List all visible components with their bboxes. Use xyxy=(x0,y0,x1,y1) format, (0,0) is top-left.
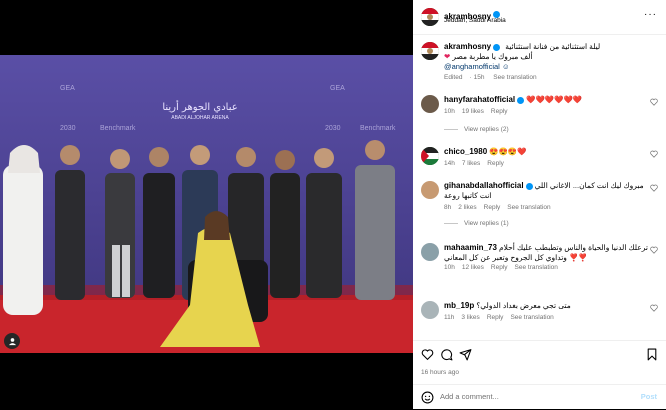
post-timestamp[interactable]: 16 hours ago xyxy=(421,369,459,376)
like-comment-heart-icon[interactable] xyxy=(650,304,658,312)
avatar-image xyxy=(421,42,439,60)
caption-avatar[interactable] xyxy=(421,42,439,60)
ellipsis-icon[interactable]: ··· xyxy=(644,9,657,20)
like-comment-heart-icon[interactable] xyxy=(650,184,658,192)
comment-input[interactable]: Add a comment... xyxy=(440,392,499,401)
commenter-avatar[interactable] xyxy=(421,243,439,261)
post-media-panel: GEA GEA 2030 2030 2030 Benchmark Benchma… xyxy=(0,0,413,409)
svg-text:Benchmark: Benchmark xyxy=(100,125,136,132)
see-translation-link[interactable]: See translation xyxy=(493,74,536,81)
view-replies-link[interactable]: View replies (1) xyxy=(444,220,509,227)
post-header: akramhosny Jeddah, Saudi Arabia ··· xyxy=(413,0,666,35)
tagged-users-button[interactable] xyxy=(4,333,20,349)
svg-text:GEA: GEA xyxy=(330,85,345,92)
commenter-avatar[interactable] xyxy=(421,181,439,199)
see-translation-link[interactable]: See translation xyxy=(510,314,553,321)
comment-text: ❤️❤️❤️❤️❤️❤️ xyxy=(526,95,583,104)
commenter-avatar[interactable] xyxy=(421,147,439,165)
comment-likes[interactable]: 7 likes xyxy=(462,160,480,167)
add-comment-bar: Add a comment... Post xyxy=(413,384,666,410)
svg-text:GEA: GEA xyxy=(60,85,75,92)
see-translation-link[interactable]: See translation xyxy=(507,204,550,211)
emoji-smiley-icon[interactable] xyxy=(421,391,434,404)
caption-username[interactable]: akramhosny xyxy=(444,42,491,51)
comment-time[interactable]: 8h xyxy=(444,204,451,211)
heart-emoji-icon: ❤ xyxy=(444,52,451,61)
verified-icon xyxy=(517,96,525,104)
comment-likes[interactable]: 3 likes xyxy=(461,314,479,321)
edited-label: Edited xyxy=(444,74,463,81)
post-comment-button[interactable]: Post xyxy=(641,392,657,401)
comment-item: chico_1980 😍😍😍❤️ 14h 7 likes Reply xyxy=(413,144,666,174)
comment-item: gihanabdallahofficial مبروك ليك انت كمان… xyxy=(413,178,666,234)
reply-button[interactable]: Reply xyxy=(487,160,504,167)
svg-text:ABADI ALJOHAR ARENA: ABADI ALJOHAR ARENA xyxy=(171,115,229,121)
svg-text:Benchmark: Benchmark xyxy=(360,125,396,132)
caption-line1: ليلة استثنائية من فنانة استثنائية xyxy=(505,42,601,51)
caption-mention[interactable]: @anghamofficial ☺ xyxy=(444,62,510,71)
reply-button[interactable]: Reply xyxy=(491,108,508,115)
share-send-icon[interactable] xyxy=(459,348,472,361)
comment-username[interactable]: chico_1980 xyxy=(444,147,487,156)
verified-icon xyxy=(493,43,501,51)
reply-button[interactable]: Reply xyxy=(484,204,501,211)
author-avatar[interactable] xyxy=(421,8,439,26)
like-comment-heart-icon[interactable] xyxy=(650,150,658,158)
see-translation-link[interactable]: See translation xyxy=(515,264,558,271)
comment-time[interactable]: 10h xyxy=(444,264,455,271)
post-caption: akramhosny ليلة استثنائية من فنانة استثن… xyxy=(413,38,666,86)
comment-username[interactable]: hanyfarahatofficial xyxy=(444,95,515,104)
comment-time[interactable]: 11h xyxy=(444,314,454,321)
post-photo[interactable]: GEA GEA 2030 2030 2030 Benchmark Benchma… xyxy=(0,55,413,353)
svg-text:عبادي الجوهر أرينا: عبادي الجوهر أرينا xyxy=(162,100,237,113)
comment-time[interactable]: 10h xyxy=(444,108,455,115)
commenter-avatar[interactable] xyxy=(421,95,439,113)
view-replies-link[interactable]: View replies (2) xyxy=(444,126,509,133)
like-comment-heart-icon[interactable] xyxy=(650,246,658,254)
comment-username[interactable]: mb_19p xyxy=(444,301,474,310)
comment-item: mb_19p متى تجي معرض بغداد الدولي؟ 11h 3 l… xyxy=(413,298,666,330)
caption-line2: ألف مبروك يا مطربة مصر ❤ xyxy=(444,52,533,61)
avatar-image xyxy=(421,147,439,165)
comment-username[interactable]: gihanabdallahofficial xyxy=(444,181,524,190)
comment-text: متى تجي معرض بغداد الدولي؟ xyxy=(476,301,571,310)
commenter-avatar[interactable] xyxy=(421,301,439,319)
svg-text:2030: 2030 xyxy=(325,125,341,132)
comment-likes[interactable]: 12 likes xyxy=(462,264,484,271)
svg-text:2030: 2030 xyxy=(60,125,76,132)
reply-button[interactable]: Reply xyxy=(491,264,508,271)
avatar-image xyxy=(421,8,439,26)
photo-image: GEA GEA 2030 2030 2030 Benchmark Benchma… xyxy=(0,55,413,353)
reply-button[interactable]: Reply xyxy=(487,314,504,321)
caption-time[interactable]: 15h xyxy=(474,74,485,81)
verified-icon xyxy=(525,182,533,190)
like-heart-icon[interactable] xyxy=(421,348,434,361)
comment-text: 😍😍😍❤️ xyxy=(489,147,527,156)
comment-item: hanyfarahatofficial ❤️❤️❤️❤️❤️❤️ 10h 19 l… xyxy=(413,92,666,140)
post-location[interactable]: Jeddah, Saudi Arabia xyxy=(444,17,506,24)
like-comment-heart-icon[interactable] xyxy=(650,98,658,106)
comment-bubble-icon[interactable] xyxy=(440,348,453,361)
comment-time[interactable]: 14h xyxy=(444,160,455,167)
comment-likes[interactable]: 19 likes xyxy=(462,108,484,115)
bookmark-save-icon[interactable] xyxy=(646,348,658,361)
comment-likes[interactable]: 2 likes xyxy=(458,204,476,211)
comment-item: mahaamin_73 ترعلك الدنيا والحياة والناس … xyxy=(413,240,666,282)
post-sidebar: akramhosny Jeddah, Saudi Arabia ··· akra… xyxy=(413,0,666,409)
comment-username[interactable]: mahaamin_73 xyxy=(444,243,497,252)
user-icon xyxy=(8,337,16,345)
